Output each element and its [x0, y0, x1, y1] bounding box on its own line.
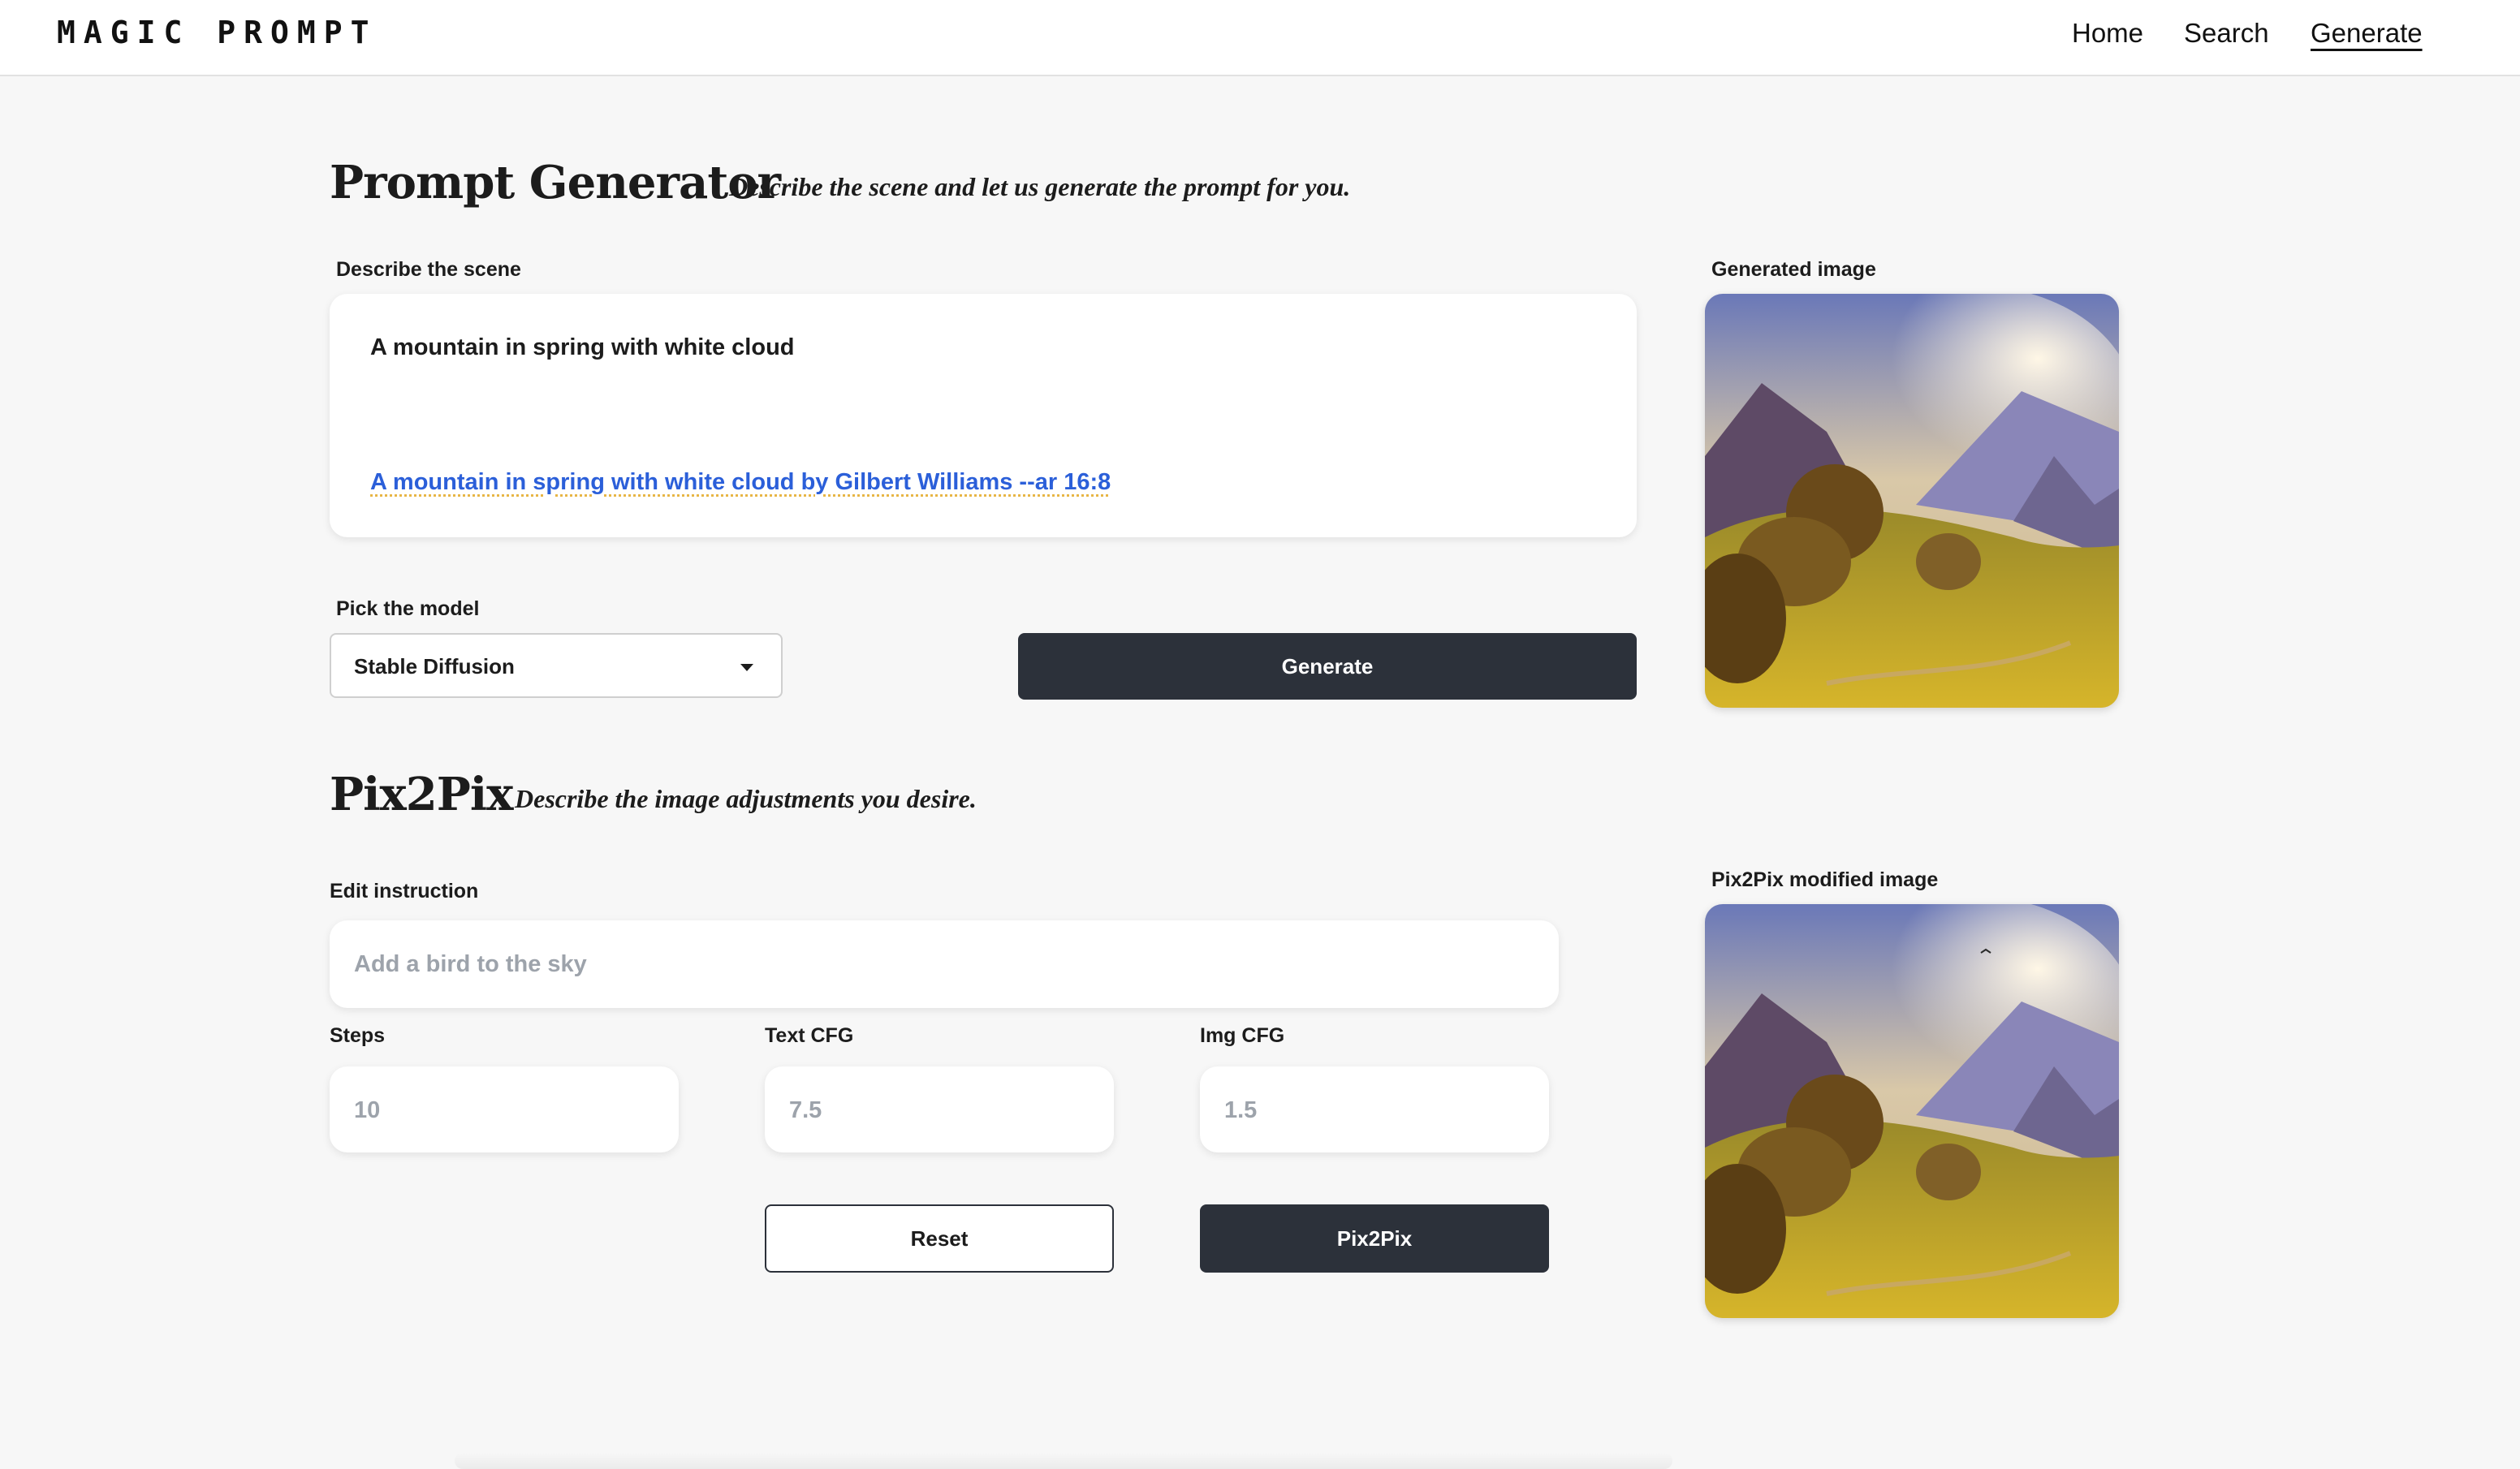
generated-image-label: Generated image	[1711, 258, 1876, 281]
prompt-generator-title: Prompt Generator	[330, 156, 781, 209]
model-select-value: Stable Diffusion	[354, 654, 515, 678]
nav-search-link[interactable]: Search	[2184, 18, 2269, 49]
top-navigation-bar: MAGIC PROMPT Home Search Generate	[0, 0, 2520, 76]
text-cfg-input[interactable]: 7.5	[765, 1066, 1114, 1152]
app-logo[interactable]: MAGIC PROMPT	[57, 15, 378, 50]
reset-button[interactable]: Reset	[765, 1204, 1114, 1273]
img-cfg-placeholder: 1.5	[1224, 1097, 1258, 1123]
chevron-down-icon	[740, 664, 753, 671]
bottom-edge-shadow	[455, 1453, 1672, 1469]
text-cfg-label: Text CFG	[765, 1024, 854, 1047]
generate-button[interactable]: Generate	[1018, 633, 1637, 700]
generated-image[interactable]	[1705, 294, 2119, 708]
img-cfg-input[interactable]: 1.5	[1200, 1066, 1549, 1152]
pix2pix-modified-image[interactable]	[1705, 904, 2119, 1318]
steps-input[interactable]: 10	[330, 1066, 679, 1152]
nav-home-link[interactable]: Home	[2072, 18, 2143, 49]
pix2pix-image-label: Pix2Pix modified image	[1711, 868, 1939, 891]
prompt-generator-subtitle: Describe the scene and let us generate t…	[729, 172, 1351, 201]
prompt-suggestion-link[interactable]: A mountain in spring with white cloud by…	[370, 469, 1111, 496]
edit-instruction-label: Edit instruction	[330, 880, 479, 903]
edit-instruction-input[interactable]: Add a bird to the sky	[330, 920, 1559, 1008]
pix2pix-title: Pix2Pix	[330, 768, 514, 821]
text-cfg-placeholder: 7.5	[789, 1097, 822, 1123]
nav-generate-link[interactable]: Generate	[2311, 18, 2423, 49]
landscape-image-with-bird	[1705, 904, 2119, 1318]
edit-instruction-placeholder: Add a bird to the sky	[354, 951, 587, 977]
img-cfg-label: Img CFG	[1200, 1024, 1285, 1047]
pix2pix-subtitle: Describe the image adjustments you desir…	[515, 784, 977, 813]
scene-textarea[interactable]: A mountain in spring with white cloud A …	[330, 294, 1637, 537]
scene-label: Describe the scene	[336, 258, 521, 281]
landscape-image	[1705, 294, 2119, 708]
model-label: Pick the model	[336, 597, 480, 620]
steps-label: Steps	[330, 1024, 386, 1047]
scene-text-value[interactable]: A mountain in spring with white cloud	[370, 334, 795, 361]
model-select[interactable]: Stable Diffusion	[330, 633, 783, 698]
steps-placeholder: 10	[354, 1097, 381, 1123]
pix2pix-button[interactable]: Pix2Pix	[1200, 1204, 1549, 1273]
